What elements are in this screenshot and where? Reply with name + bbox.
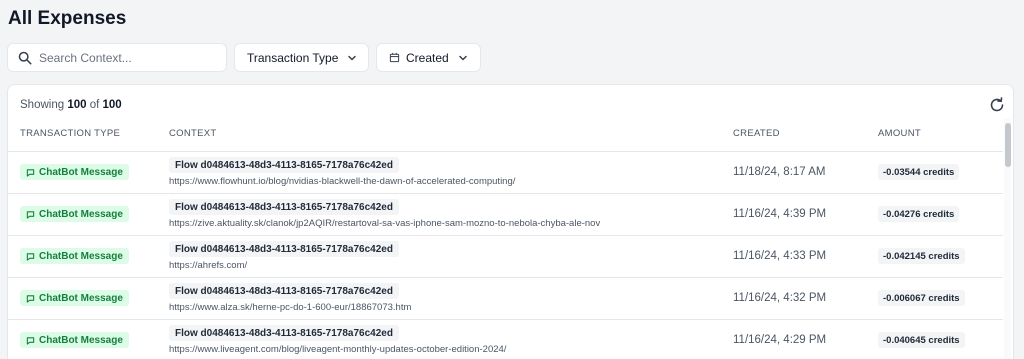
- transaction-type-badge: ChatBot Message: [20, 248, 129, 264]
- flow-id-tag[interactable]: Flow d0484613-48d3-4113-8165-7178a76c42e…: [169, 241, 399, 257]
- page-title: All Expenses: [8, 8, 127, 29]
- amount-badge: -0.03544 credits: [878, 164, 960, 180]
- calendar-icon: [389, 52, 400, 63]
- table-row[interactable]: ChatBot Message Flow d0484613-48d3-4113-…: [8, 151, 1003, 193]
- search-icon: [18, 51, 32, 64]
- search-box[interactable]: [7, 43, 227, 72]
- showing-current: 100: [67, 99, 87, 111]
- chat-bubble-icon: [26, 294, 35, 303]
- column-header-transaction-type[interactable]: TRANSACTION TYPE: [20, 128, 120, 139]
- table-row[interactable]: ChatBot Message Flow d0484613-48d3-4113-…: [8, 235, 1003, 277]
- amount-badge: -0.006067 credits: [878, 290, 965, 306]
- transaction-type-text: ChatBot Message: [39, 166, 123, 178]
- context-url: https://www.liveagent.com/blog/liveagent…: [169, 344, 507, 355]
- refresh-icon[interactable]: [989, 97, 1005, 113]
- showing-total: 100: [102, 99, 122, 111]
- chat-bubble-icon: [26, 168, 35, 177]
- transaction-type-badge: ChatBot Message: [20, 290, 129, 306]
- flow-id-tag[interactable]: Flow d0484613-48d3-4113-8165-7178a76c42e…: [169, 157, 399, 173]
- flow-id-tag[interactable]: Flow d0484613-48d3-4113-8165-7178a76c42e…: [169, 283, 399, 299]
- created-date: 11/16/24, 4:29 PM: [733, 334, 827, 346]
- created-date: 11/16/24, 4:33 PM: [733, 250, 827, 262]
- created-dropdown[interactable]: Created: [376, 43, 481, 72]
- chevron-down-icon: [458, 55, 467, 60]
- amount-badge: -0.04276 credits: [878, 206, 960, 222]
- flow-id-tag[interactable]: Flow d0484613-48d3-4113-8165-7178a76c42e…: [169, 325, 399, 341]
- created-date: 11/16/24, 4:39 PM: [733, 208, 827, 220]
- column-header-context[interactable]: CONTEXT: [169, 128, 217, 139]
- created-label: Created: [406, 50, 449, 65]
- context-url: https://zive.aktuality.sk/clanok/jp2AQIR…: [169, 218, 601, 229]
- context-url: https://www.alza.sk/herne-pc-do-1-600-eu…: [169, 302, 412, 313]
- transaction-type-text: ChatBot Message: [39, 292, 123, 304]
- created-date: 11/16/24, 4:32 PM: [733, 292, 827, 304]
- column-header-created[interactable]: CREATED: [733, 128, 780, 139]
- created-date: 11/18/24, 8:17 AM: [733, 166, 826, 178]
- context-url: https://www.flowhunt.io/blog/nvidias-bla…: [169, 176, 516, 187]
- transaction-type-text: ChatBot Message: [39, 334, 123, 346]
- chevron-down-icon: [348, 55, 357, 60]
- showing-prefix: Showing: [20, 99, 65, 111]
- column-header-amount[interactable]: AMOUNT: [878, 128, 921, 139]
- transaction-type-text: ChatBot Message: [39, 208, 123, 220]
- table-row[interactable]: ChatBot Message Flow d0484613-48d3-4113-…: [8, 277, 1003, 319]
- flow-id-tag[interactable]: Flow d0484613-48d3-4113-8165-7178a76c42e…: [169, 199, 399, 215]
- transaction-type-badge: ChatBot Message: [20, 164, 129, 180]
- amount-badge: -0.040645 credits: [878, 332, 965, 348]
- search-input[interactable]: [39, 50, 209, 65]
- showing-of: of: [89, 99, 100, 111]
- showing-count: Showing 100 of 100: [20, 99, 122, 111]
- table-row[interactable]: ChatBot Message Flow d0484613-48d3-4113-…: [8, 319, 1003, 359]
- table-row[interactable]: ChatBot Message Flow d0484613-48d3-4113-…: [8, 193, 1003, 235]
- context-url: https://ahrefs.com/: [169, 260, 248, 271]
- transaction-type-badge: ChatBot Message: [20, 206, 129, 222]
- transaction-type-dropdown[interactable]: Transaction Type: [234, 43, 369, 72]
- transaction-type-badge: ChatBot Message: [20, 332, 129, 348]
- scrollbar-thumb[interactable]: [1005, 123, 1011, 167]
- transaction-type-text: ChatBot Message: [39, 250, 123, 262]
- transaction-type-label: Transaction Type: [247, 50, 339, 65]
- chat-bubble-icon: [26, 252, 35, 261]
- expenses-card: Showing 100 of 100 TRANSACTION TYPE CONT…: [7, 84, 1014, 359]
- amount-badge: -0.042145 credits: [878, 248, 965, 264]
- chat-bubble-icon: [26, 210, 35, 219]
- chat-bubble-icon: [26, 336, 35, 345]
